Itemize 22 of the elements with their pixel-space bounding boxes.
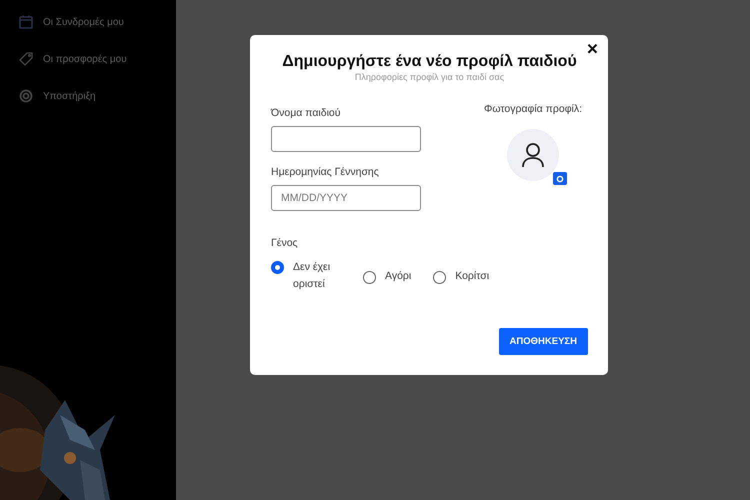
radio-button[interactable] xyxy=(271,261,284,274)
gender-option[interactable]: Αγόρι xyxy=(363,268,412,284)
lifebuoy-icon xyxy=(19,89,33,103)
avatar[interactable] xyxy=(507,129,559,181)
calendar-icon xyxy=(19,15,33,29)
tag-icon xyxy=(19,52,33,66)
save-button[interactable]: ΑΠΟΘΗΚΕΥΣΗ xyxy=(498,328,588,355)
person-icon xyxy=(521,142,545,168)
close-button[interactable]: × xyxy=(582,39,602,61)
radio-button[interactable] xyxy=(433,270,446,284)
dialog-title: Δημιουργήστε ένα νέο προφίλ παιδιού xyxy=(281,53,578,71)
input-field[interactable] xyxy=(271,126,421,152)
field-label: Ημερομηνίας Γέννησης xyxy=(271,166,380,178)
gender-option[interactable]: Δεν έχει οριστεί xyxy=(271,259,341,293)
field-label: Όνομα παιδιού xyxy=(271,107,342,119)
dialog-subtitle: Πληροφορίες προφίλ για το παιδί σας xyxy=(354,72,506,82)
gender-option[interactable]: Κορίτσι xyxy=(433,268,490,284)
input-field[interactable]: MM/DD/YYYY xyxy=(271,185,421,211)
gender-label: Γένος xyxy=(271,237,299,249)
camera-icon[interactable] xyxy=(553,172,567,185)
photo-label: Φωτογραφία προφίλ: xyxy=(484,103,582,115)
radio-button[interactable] xyxy=(363,270,376,284)
